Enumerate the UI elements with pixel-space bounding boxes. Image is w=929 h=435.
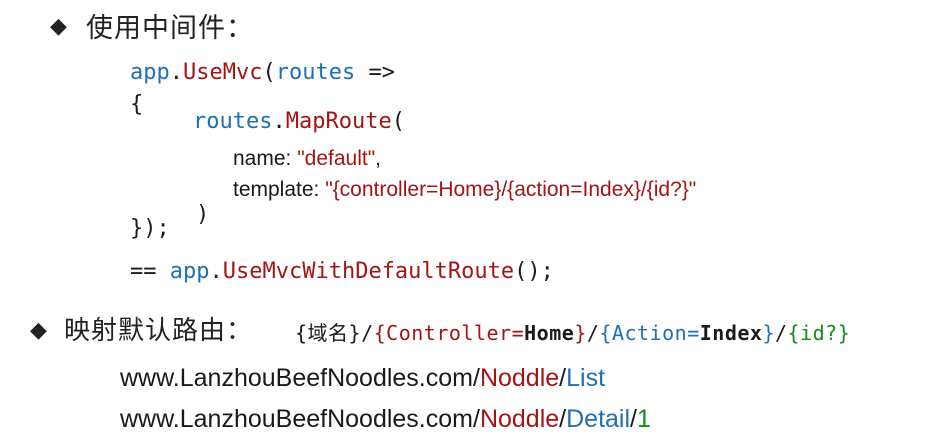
code-close-block: });: [130, 216, 170, 241]
route-pattern: {域名}/{Controller=Home}/{Action=Index}/{i…: [295, 321, 851, 345]
diamond-bullet-icon: ◆: [30, 318, 47, 343]
code-close-paren: ): [196, 202, 210, 227]
diamond-bullet-icon: ◆: [50, 14, 67, 39]
example-url-list: www.LanzhouBeefNoodles.com/Noddle/List: [120, 364, 606, 392]
code-line-maproute: routes.MapRoute(: [193, 109, 405, 134]
section-title-default-route: 映射默认路由：: [64, 316, 254, 346]
code-param-template: template: "{controller=Home}/{action=Ind…: [233, 178, 697, 201]
code-line-usemvc: app.UseMvc(routes =>: [130, 60, 395, 85]
section-title-middleware: 使用中间件：: [86, 13, 254, 44]
code-line-default-route: == app.UseMvcWithDefaultRoute();: [130, 259, 554, 284]
example-url-detail: www.LanzhouBeefNoodles.com/Noddle/Detail…: [120, 405, 651, 433]
code-open-brace: {: [130, 92, 144, 117]
code-param-name: name: "default",: [233, 147, 382, 170]
